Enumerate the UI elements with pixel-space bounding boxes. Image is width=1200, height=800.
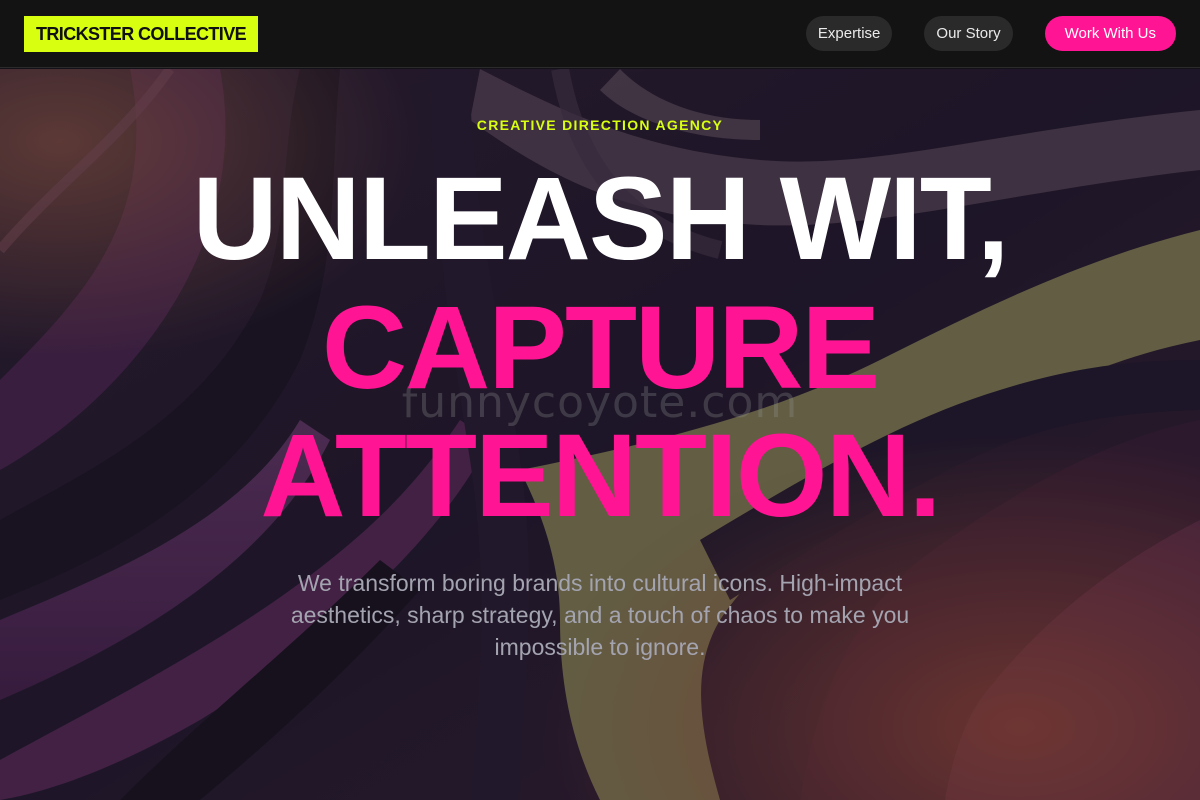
nav-links: Expertise Our Story Work With Us — [805, 16, 1176, 51]
hero-headline-line-1: UNLEASH WIT, — [192, 153, 1009, 285]
hero-section: CREATIVE DIRECTION AGENCY UNLEASH WIT, f… — [0, 69, 1200, 800]
page: TRICKSTER COLLECTIVE Expertise Our Story… — [0, 0, 1200, 800]
nav-link-our-story[interactable]: Our Story — [924, 16, 1013, 51]
hero-subtext: We transform boring brands into cultural… — [290, 570, 910, 660]
hero-eyebrow: CREATIVE DIRECTION AGENCY — [476, 117, 724, 133]
navbar: TRICKSTER COLLECTIVE Expertise Our Story… — [0, 0, 1200, 68]
nav-link-expertise[interactable]: Expertise — [805, 16, 893, 51]
brand-logo[interactable]: TRICKSTER COLLECTIVE — [24, 16, 259, 52]
hero-headline-line-2: CAPTURE — [321, 282, 880, 414]
work-with-us-button[interactable]: Work With Us — [1044, 16, 1176, 51]
hero-headline-line-3: ATTENTION. — [260, 410, 941, 542]
